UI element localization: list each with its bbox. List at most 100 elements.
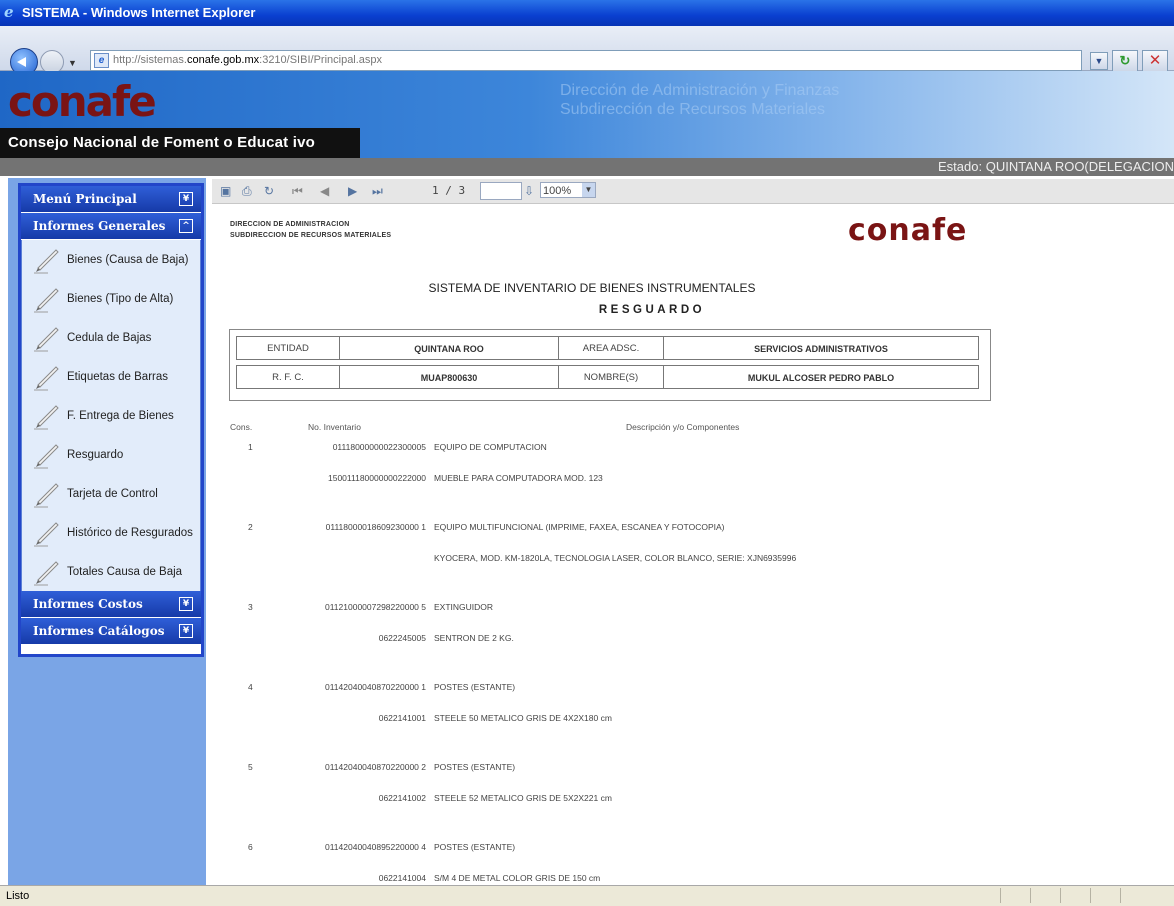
report-subtitle: RESGUARDO — [598, 304, 706, 316]
menu-item[interactable]: Resguardo — [22, 435, 200, 474]
report-pen-icon — [34, 288, 59, 313]
menu-informes-generales[interactable]: Informes Generales ^ — [21, 213, 201, 240]
report-pen-icon — [34, 249, 59, 274]
expand-icon[interactable]: ¥ — [179, 192, 193, 206]
export-icon[interactable]: ▣ — [220, 183, 231, 199]
address-toolbar: ▼ e http://sistemas.conafe.gob.mx:3210/S… — [0, 26, 1174, 76]
rfc-value: MUAP800630 — [339, 365, 559, 389]
row-description: EQUIPO DE COMPUTACION — [434, 442, 547, 452]
print-icon[interactable]: ⎙ — [242, 183, 252, 199]
report-page: DIRECCION DE ADMINISTRACION SUBDIRECCION… — [212, 204, 1174, 885]
conafe-logo: conafe — [8, 77, 157, 126]
expand-icon[interactable]: ¥ — [179, 597, 193, 611]
row-component-description: MUEBLE PARA COMPUTADORA MOD. 123 — [434, 473, 603, 483]
menu-principal[interactable]: Menú Principal ¥ — [21, 186, 201, 213]
address-dropdown-icon[interactable]: ▼ — [1090, 52, 1108, 70]
status-divider — [1090, 888, 1091, 903]
menu-informes-costos[interactable]: Informes Costos ¥ — [21, 591, 201, 618]
stop-icon[interactable]: ✕ — [1142, 50, 1168, 72]
banner-subtitle: Consejo Nacional de Foment o Educat ivo — [8, 134, 316, 151]
col-descripcion: Descripción y/o Componentes — [626, 422, 740, 432]
side-menu: Menú Principal ¥ Informes Generales ^ Bi… — [18, 183, 204, 657]
report-pen-icon — [34, 366, 59, 391]
menu-item-label: Histórico de Resgurados — [67, 527, 193, 539]
menu-item-label: Tarjeta de Control — [67, 488, 158, 500]
menu-item[interactable]: Totales Causa de Baja — [22, 552, 200, 591]
row-component-number: 150011180000000222000 — [327, 473, 426, 483]
menu-item[interactable]: Etiquetas de Barras — [22, 357, 200, 396]
report-pen-icon — [34, 327, 59, 352]
report-header-line2: SUBDIRECCION DE RECURSOS MATERIALES — [230, 232, 392, 239]
history-dropdown-icon[interactable]: ▼ — [68, 58, 77, 68]
expand-icon[interactable]: ¥ — [179, 624, 193, 638]
chevron-down-icon[interactable]: ▼ — [582, 183, 595, 197]
next-page-icon[interactable]: ▶ — [348, 183, 357, 199]
menu-informes-catalogos[interactable]: Informes Catálogos ¥ — [21, 618, 201, 645]
menu-item[interactable]: Tarjeta de Control — [22, 474, 200, 513]
report-logo: conafe — [848, 213, 968, 248]
report-pen-icon — [34, 405, 59, 430]
menu-item-label: Cedula de Bajas — [67, 332, 152, 344]
refresh-report-icon[interactable]: ↻ — [264, 183, 274, 199]
row-cons: 5 — [248, 762, 253, 772]
report-pen-icon — [34, 444, 59, 469]
row-inventory-number: 01118000018609230000 1 — [325, 522, 426, 532]
report-title: SISTEMA DE INVENTARIO DE BIENES INSTRUME… — [428, 281, 756, 295]
rfc-label: R. F. C. — [236, 365, 340, 389]
row-cons: 4 — [248, 682, 253, 692]
page-indicator: 1 / 3 — [432, 184, 466, 197]
prev-page-icon[interactable]: ◀ — [320, 183, 329, 199]
entidad-label: ENTIDAD — [236, 336, 340, 360]
ie-icon: e — [4, 3, 14, 21]
state-bar: Estado: QUINTANA ROO(DELEGACION — [0, 158, 1174, 176]
row-inventory-number: 01121000007298220000 5 — [324, 602, 426, 612]
row-inventory-number: 01142040040895220000 4 — [324, 842, 426, 852]
col-cons: Cons. — [230, 422, 253, 432]
menu-item[interactable]: Cedula de Bajas — [22, 318, 200, 357]
menu-item[interactable]: F. Entrega de Bienes — [22, 396, 200, 435]
row-component-number: 0622245005 — [378, 633, 426, 643]
menu-item-label: F. Entrega de Bienes — [67, 410, 174, 422]
menu-generales-items: Bienes (Causa de Baja) Bienes (Tipo de Al… — [21, 240, 201, 591]
zoom-select[interactable]: 100% ▼ — [540, 182, 596, 198]
page-icon: e — [94, 53, 109, 68]
row-component-description: SENTRON DE 2 KG. — [434, 633, 514, 643]
menu-item[interactable]: Bienes (Causa de Baja) — [22, 240, 200, 279]
collapse-icon[interactable]: ^ — [179, 219, 193, 233]
menu-item[interactable]: Bienes (Tipo de Alta) — [22, 279, 200, 318]
report-header-line1: DIRECCION DE ADMINISTRACION — [230, 221, 350, 228]
row-cons: 3 — [248, 602, 253, 612]
menu-item-label: Bienes (Causa de Baja) — [67, 254, 189, 266]
nombre-label: NOMBRE(S) — [558, 365, 664, 389]
menu-item-label: Totales Causa de Baja — [67, 566, 183, 578]
address-input[interactable]: e http://sistemas.conafe.gob.mx:3210/SIB… — [90, 50, 1082, 71]
row-component-number: 0622141001 — [378, 713, 426, 723]
menu-item-label: Resguardo — [67, 449, 124, 461]
find-icon[interactable]: ⇩ — [524, 183, 534, 199]
status-divider — [1120, 888, 1121, 903]
row-component-number: 0622141002 — [378, 793, 426, 803]
refresh-icon[interactable]: ↻ — [1112, 50, 1138, 72]
banner-faded-text: Dirección de Administración y Finanzas S… — [560, 82, 840, 118]
window-titlebar: e SISTEMA - Windows Internet Explorer — [0, 0, 1174, 26]
first-page-icon[interactable]: ⏮ — [292, 183, 303, 199]
last-page-icon[interactable]: ⏭ — [372, 183, 383, 199]
status-divider — [1030, 888, 1031, 903]
row-component-description: STEELE 52 METALICO GRIS DE 5X2X221 cm — [434, 793, 612, 803]
status-divider — [1060, 888, 1061, 903]
row-cons: 6 — [248, 842, 253, 852]
find-input[interactable] — [480, 182, 522, 200]
status-divider — [1000, 888, 1001, 903]
report-pen-icon — [34, 483, 59, 508]
state-label: Estado: QUINTANA ROO(DELEGACION — [938, 159, 1174, 174]
row-component-description: STEELE 50 METALICO GRIS DE 4X2X180 cm — [434, 713, 612, 723]
status-bar: Listo — [0, 885, 1174, 906]
page-content: conafe Dirección de Administración y Fin… — [0, 71, 1174, 885]
row-inventory-number: 01118000000022300005 — [332, 442, 426, 452]
nombre-value: MUKUL ALCOSER PEDRO PABLO — [663, 365, 979, 389]
menu-item-label: Etiquetas de Barras — [67, 371, 169, 383]
area-value: SERVICIOS ADMINISTRATIVOS — [663, 336, 979, 360]
url-text: http://sistemas.conafe.gob.mx:3210/SIBI/… — [113, 54, 383, 66]
menu-item[interactable]: Histórico de Resgurados — [22, 513, 200, 552]
row-inventory-number: 01142040040870220000 2 — [324, 762, 426, 772]
